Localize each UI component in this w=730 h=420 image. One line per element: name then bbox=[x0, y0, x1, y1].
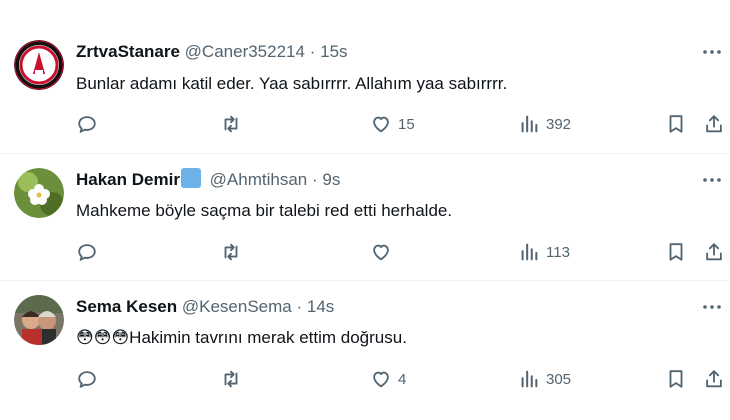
view-count: 392 bbox=[546, 115, 572, 133]
timestamp[interactable]: 9s bbox=[322, 170, 340, 189]
flushed-face-emoji-icon: 😳😳😳 bbox=[76, 328, 130, 348]
share-button[interactable] bbox=[703, 240, 725, 264]
reply-button[interactable] bbox=[76, 367, 98, 391]
tweet[interactable]: Sema Kesen @KesenSema · 14s 😳😳😳Hakimin t… bbox=[0, 280, 730, 420]
like-count: 4 bbox=[398, 370, 407, 388]
bookmark-button[interactable] bbox=[665, 112, 687, 136]
verified-badge-icon bbox=[180, 168, 201, 188]
share-button[interactable] bbox=[703, 367, 725, 391]
views-icon bbox=[521, 370, 538, 388]
avatar-logo-image bbox=[14, 40, 64, 90]
tweet-text: Mahkeme böyle saçma bir talebi red etti … bbox=[76, 201, 453, 220]
timestamp[interactable]: 14s bbox=[307, 297, 334, 316]
reply-button[interactable] bbox=[76, 112, 98, 136]
bookmark-icon bbox=[669, 243, 683, 261]
retweet-icon bbox=[224, 115, 238, 133]
separator: · bbox=[296, 297, 303, 316]
like-button[interactable]: 4 bbox=[370, 367, 406, 391]
display-name[interactable]: Hakan Demir bbox=[76, 170, 180, 189]
more-button[interactable] bbox=[700, 40, 724, 64]
avatar[interactable] bbox=[14, 168, 64, 218]
more-icon bbox=[703, 50, 721, 54]
retweet-button[interactable] bbox=[220, 367, 242, 391]
bookmark-icon bbox=[669, 370, 683, 388]
bookmark-icon bbox=[669, 115, 683, 133]
like-button[interactable]: 15 bbox=[370, 112, 415, 136]
views-icon bbox=[521, 243, 538, 261]
user-handle[interactable]: @Caner352214 bbox=[185, 42, 305, 61]
user-handle[interactable]: @KesenSema bbox=[182, 297, 292, 316]
reply-icon bbox=[78, 371, 96, 388]
avatar[interactable] bbox=[14, 40, 64, 90]
avatar-flower-image bbox=[14, 168, 64, 218]
share-button[interactable] bbox=[703, 112, 725, 136]
tweet-text: Hakimin tavrını merak ettim doğrusu. bbox=[129, 328, 407, 347]
action-bar: 15 392 bbox=[0, 112, 730, 136]
reply-icon bbox=[78, 116, 96, 133]
bookmark-button[interactable] bbox=[665, 367, 687, 391]
like-icon bbox=[373, 244, 389, 261]
separator: · bbox=[311, 170, 318, 189]
like-button[interactable] bbox=[370, 240, 392, 264]
share-icon bbox=[706, 243, 722, 261]
reply-icon bbox=[78, 244, 96, 261]
avatar[interactable] bbox=[14, 295, 64, 345]
like-icon bbox=[373, 371, 389, 388]
action-bar: 113 bbox=[0, 240, 730, 264]
tweet-header: ZrtvaStanare @Caner352214 · 15s bbox=[76, 40, 348, 64]
timestamp[interactable]: 15s bbox=[320, 42, 347, 61]
retweet-icon bbox=[224, 243, 238, 261]
views-button[interactable]: 305 bbox=[518, 367, 571, 391]
tweet-header: Sema Kesen @KesenSema · 14s bbox=[76, 295, 334, 319]
retweet-icon bbox=[224, 370, 238, 388]
more-button[interactable] bbox=[700, 295, 724, 319]
views-button[interactable]: 113 bbox=[518, 240, 570, 264]
share-icon bbox=[706, 115, 722, 133]
reply-button[interactable] bbox=[76, 240, 98, 264]
avatar-photo-image bbox=[14, 295, 64, 345]
display-name[interactable]: Sema Kesen bbox=[76, 297, 177, 316]
like-count: 15 bbox=[398, 115, 415, 133]
tweet-text: Bunlar adamı katil eder. Yaa sabırrrr. A… bbox=[76, 74, 508, 93]
more-icon bbox=[703, 178, 721, 182]
display-name[interactable]: ZrtvaStanare bbox=[76, 42, 180, 61]
tweet-text-row: 😳😳😳Hakimin tavrını merak ettim doğrusu. bbox=[76, 326, 407, 350]
views-icon bbox=[521, 115, 538, 133]
share-icon bbox=[706, 370, 722, 388]
user-handle[interactable]: @Ahmtihsan bbox=[210, 170, 308, 189]
retweet-button[interactable] bbox=[220, 112, 242, 136]
separator: · bbox=[309, 42, 316, 61]
tweet[interactable]: ZrtvaStanare @Caner352214 · 15s Bunlar a… bbox=[0, 0, 730, 154]
more-icon bbox=[703, 305, 721, 309]
action-bar: 4 305 bbox=[0, 367, 730, 391]
bookmark-button[interactable] bbox=[665, 240, 687, 264]
views-button[interactable]: 392 bbox=[518, 112, 571, 136]
view-count: 305 bbox=[546, 370, 572, 388]
retweet-button[interactable] bbox=[220, 240, 242, 264]
like-icon bbox=[373, 116, 389, 133]
tweet[interactable]: Hakan Demir @Ahmtihsan · 9s Mahkeme böyl… bbox=[0, 153, 730, 281]
more-button[interactable] bbox=[700, 168, 724, 192]
view-count: 113 bbox=[546, 243, 570, 261]
tweet-header: Hakan Demir @Ahmtihsan · 9s bbox=[76, 168, 340, 192]
